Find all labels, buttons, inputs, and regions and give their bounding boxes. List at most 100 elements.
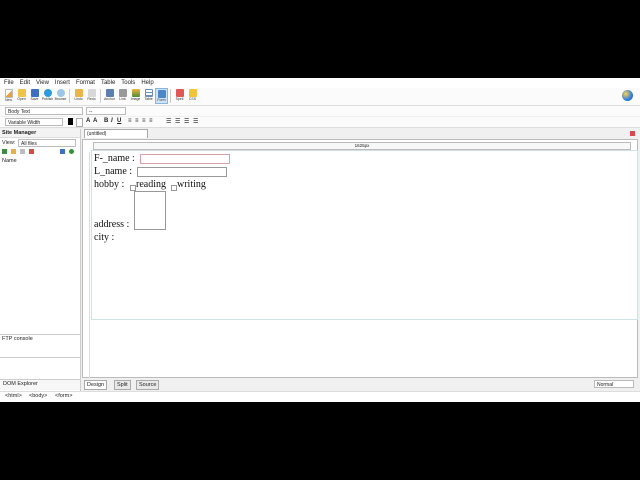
increase-font-button[interactable]: A: [93, 118, 97, 124]
outdent-icon[interactable]: ☰: [184, 118, 189, 125]
image-icon: [131, 89, 140, 97]
highlight-color-swatch[interactable]: [76, 118, 83, 127]
view-label: View:: [2, 140, 16, 146]
source-tab[interactable]: Source: [136, 380, 160, 390]
form-canvas[interactable]: F-_name : L_name : hobby : reading writi…: [91, 150, 638, 320]
font-select[interactable]: Variable Width: [5, 118, 63, 126]
design-editor[interactable]: 1625px F-_name : L_name : hobby : readin…: [82, 139, 638, 378]
anchor-icon: [105, 89, 114, 97]
anchor-button[interactable]: Anchor: [103, 88, 116, 104]
city-label: city :: [94, 232, 115, 243]
view-mode-bar: Design Split Source Normal: [82, 378, 638, 390]
save-icon: [30, 89, 39, 97]
toolbar-separator: [69, 89, 70, 103]
sync-icon[interactable]: [69, 149, 74, 154]
tag-form[interactable]: <form>: [55, 393, 72, 399]
toolbar-separator: [100, 89, 101, 103]
open-button[interactable]: Open: [15, 88, 28, 104]
refresh-icon[interactable]: [2, 149, 7, 154]
menu-format[interactable]: Format: [76, 80, 95, 86]
split-tab[interactable]: Split: [114, 380, 131, 390]
panel-divider: [0, 334, 80, 335]
align-center-icon[interactable]: ≡: [135, 118, 139, 124]
menu-insert[interactable]: Insert: [55, 80, 70, 86]
css-button[interactable]: CSS: [186, 88, 199, 104]
hobby-label: hobby :: [94, 179, 125, 190]
site-manager-title: Site Manager: [0, 129, 80, 138]
lname-label: L_name :: [94, 166, 133, 177]
app-window: File Edit View Insert Format Table Tools…: [0, 78, 640, 402]
zoom-mode-select[interactable]: Normal: [594, 380, 634, 388]
panel-divider: [0, 357, 80, 358]
site-manager-toolbar: [2, 149, 78, 156]
publish-icon: [43, 89, 52, 97]
ftp-console-label[interactable]: FTP console: [2, 336, 33, 342]
view-select[interactable]: All files: [18, 139, 76, 147]
fname-label: F-_name :: [94, 153, 135, 164]
font-toolbar: Variable Width A A B I U ≡ ≡ ≡ ≡ ☰ ☰ ☰ ☰: [0, 117, 640, 128]
open-icon: [17, 89, 26, 97]
menu-table[interactable]: Table: [101, 80, 115, 86]
menu-edit[interactable]: Edit: [20, 80, 30, 86]
page-width-ruler: 1625px: [93, 142, 631, 150]
justify-icon[interactable]: ≡: [149, 118, 153, 124]
name-column-header[interactable]: Name: [2, 158, 17, 164]
text-color-swatch[interactable]: [68, 118, 73, 125]
redo-icon: [87, 89, 96, 97]
image-button[interactable]: Image: [129, 88, 142, 104]
indent-icon[interactable]: ☰: [193, 118, 198, 125]
new-button[interactable]: New: [2, 88, 15, 104]
site-manager-panel: Site Manager View: All files Name FTP co…: [0, 129, 81, 391]
toolbar-separator: [170, 89, 171, 103]
design-tab[interactable]: Design: [84, 380, 108, 390]
paragraph-style-select[interactable]: Body Text: [5, 107, 83, 115]
decrease-font-button[interactable]: A: [86, 118, 90, 124]
align-right-icon[interactable]: ≡: [142, 118, 146, 124]
delete-icon[interactable]: [29, 149, 34, 154]
redo-button[interactable]: Redo: [85, 88, 98, 104]
link-icon: [118, 89, 127, 97]
italic-button[interactable]: I: [111, 118, 113, 124]
new-file-icon[interactable]: [20, 149, 25, 154]
style-select[interactable]: --: [86, 107, 126, 115]
format-toolbar: Body Text --: [0, 106, 640, 116]
spell-icon: [175, 89, 184, 97]
undo-button[interactable]: Undo: [72, 88, 85, 104]
save-button[interactable]: Save: [28, 88, 41, 104]
table-icon: [144, 89, 153, 97]
globe-icon: [622, 90, 633, 101]
bold-button[interactable]: B: [104, 118, 108, 124]
new-folder-icon[interactable]: [11, 149, 16, 154]
lname-input[interactable]: [137, 167, 227, 177]
menu-view[interactable]: View: [36, 80, 49, 86]
tag-html[interactable]: <html>: [5, 393, 22, 399]
publish-button[interactable]: Publish: [41, 88, 54, 104]
form-icon: [157, 90, 166, 98]
menu-help[interactable]: Help: [141, 80, 153, 86]
form-button[interactable]: Form: [155, 88, 168, 104]
numbered-list-icon[interactable]: ☰: [175, 118, 180, 125]
close-document-icon[interactable]: [630, 131, 635, 136]
dom-explorer-tab[interactable]: DOM Explorer: [0, 379, 80, 390]
link-button[interactable]: Link: [116, 88, 129, 104]
browse-icon: [56, 89, 65, 97]
connect-icon[interactable]: [60, 149, 65, 154]
address-label: address :: [94, 219, 130, 230]
document-tab[interactable]: (untitled): [84, 129, 148, 138]
align-left-icon[interactable]: ≡: [128, 118, 132, 124]
address-textarea[interactable]: [134, 191, 166, 230]
bullet-list-icon[interactable]: ☰: [166, 118, 171, 125]
menu-tools[interactable]: Tools: [121, 80, 135, 86]
tag-body[interactable]: <body>: [29, 393, 47, 399]
spell-button[interactable]: Spell: [173, 88, 186, 104]
table-button[interactable]: Table: [142, 88, 155, 104]
dom-explorer-label: DOM Explorer: [3, 381, 38, 387]
menu-file[interactable]: File: [4, 80, 14, 86]
main-toolbar: New Open Save Publish Browse Undo Redo A…: [0, 88, 640, 106]
tag-path-bar: <html> <body> <form>: [0, 391, 640, 402]
vertical-ruler: [84, 152, 90, 378]
underline-button[interactable]: U: [117, 118, 121, 124]
menu-bar: File Edit View Insert Format Table Tools…: [0, 78, 640, 88]
fname-input[interactable]: [140, 154, 230, 164]
browse-button[interactable]: Browse: [54, 88, 67, 104]
